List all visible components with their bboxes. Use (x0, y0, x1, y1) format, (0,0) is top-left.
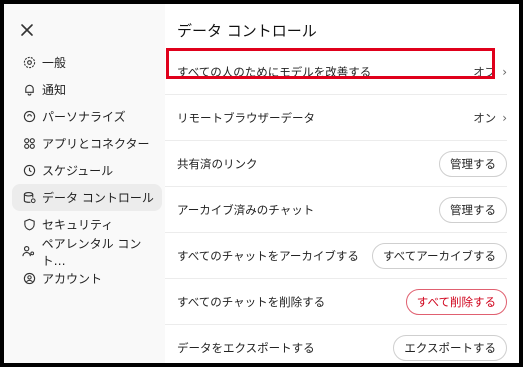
archive-all-button[interactable]: すべてアーカイブする (371, 242, 507, 269)
clock-icon (22, 164, 36, 178)
close-icon[interactable] (20, 22, 40, 42)
sidebar-item-label: スケジュール (42, 164, 114, 178)
sidebar-item-label: ペアレンタル コント… (41, 236, 142, 268)
sidebar-item-data-controls[interactable]: データ コントロール (12, 184, 162, 211)
parental-icon (22, 245, 36, 259)
setting-remote-browser-data[interactable]: リモートブラウザーデータ オン › (165, 95, 507, 141)
setting-label: アーカイブ済みのチャット (177, 202, 315, 217)
setting-export-data: データをエクスポートする エクスポートする (165, 325, 507, 363)
setting-delete-all: すべてのチャットを削除する すべて削除する (165, 279, 507, 325)
shield-icon (22, 218, 36, 232)
apps-icon (22, 137, 36, 151)
setting-label: すべてのチャットを削除する (177, 294, 326, 309)
sidebar-item-label: セキュリティ (42, 218, 114, 232)
setting-shared-links: 共有済のリンク 管理する (165, 141, 507, 187)
account-icon (22, 272, 36, 286)
setting-archive-all: すべてのチャットをアーカイブする すべてアーカイブする (165, 233, 507, 279)
sidebar-item-parental-controls[interactable]: ペアレンタル コント… (12, 237, 162, 268)
settings-window: 一般 通知 パーソナライズ アプリとコネクター スケジュール データ コントロー… (0, 0, 523, 367)
page-title: データ コントロール (177, 22, 317, 40)
database-icon (22, 191, 36, 205)
sidebar: 一般 通知 パーソナライズ アプリとコネクター スケジュール データ コントロー… (4, 4, 165, 363)
setting-archived-chats: アーカイブ済みのチャット 管理する (165, 187, 507, 233)
sidebar-item-notifications[interactable]: 通知 (12, 76, 162, 103)
settings-list: すべての人のためにモデルを改善する オフ › リモートブラウザーデータ オン ›… (165, 49, 507, 363)
delete-all-button[interactable]: すべて削除する (405, 288, 507, 315)
sidebar-item-label: 一般 (42, 56, 67, 70)
manage-shared-links-button[interactable]: 管理する (439, 150, 507, 177)
setting-label: すべての人のためにモデルを改善する (177, 64, 372, 79)
export-button[interactable]: エクスポートする (393, 334, 507, 361)
setting-value[interactable]: オフ › (473, 64, 507, 80)
bell-icon (22, 83, 36, 97)
value-text: オン (473, 110, 497, 125)
value-text: オフ (473, 64, 497, 79)
chevron-right-icon: › (502, 110, 507, 125)
setting-label: すべてのチャットをアーカイブする (177, 248, 359, 263)
sidebar-item-label: アプリとコネクター (42, 137, 150, 151)
sidebar-item-apps[interactable]: アプリとコネクター (12, 130, 162, 157)
sidebar-item-personalize[interactable]: パーソナライズ (12, 103, 162, 130)
manage-archived-chats-button[interactable]: 管理する (439, 196, 507, 223)
personalize-icon (22, 110, 36, 124)
sidebar-item-account[interactable]: アカウント (12, 265, 162, 292)
gear-icon (22, 56, 36, 70)
setting-label: リモートブラウザーデータ (177, 110, 315, 125)
main-panel: データ コントロール すべての人のためにモデルを改善する オフ › リモートブラ… (165, 4, 519, 363)
sidebar-item-label: パーソナライズ (42, 110, 126, 124)
sidebar-item-label: データ コントロール (42, 191, 154, 205)
setting-label: データをエクスポートする (177, 340, 315, 355)
sidebar-item-general[interactable]: 一般 (12, 49, 162, 76)
sidebar-item-label: アカウント (42, 272, 103, 286)
sidebar-item-schedule[interactable]: スケジュール (12, 157, 162, 184)
setting-label: 共有済のリンク (177, 156, 258, 171)
setting-value[interactable]: オン › (473, 110, 507, 126)
sidebar-nav: 一般 通知 パーソナライズ アプリとコネクター スケジュール データ コントロー… (12, 49, 162, 292)
sidebar-item-label: 通知 (42, 83, 67, 97)
chevron-right-icon: › (502, 64, 507, 79)
setting-improve-model[interactable]: すべての人のためにモデルを改善する オフ › (165, 49, 507, 95)
